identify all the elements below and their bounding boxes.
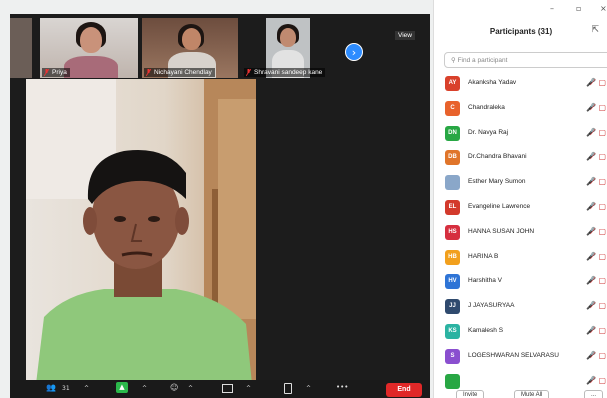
avatar: EL [445, 200, 460, 215]
video-thumbnail-shravani[interactable]: Shravani sandeep kane [242, 18, 338, 78]
avatar: C [445, 100, 460, 116]
participants-icon[interactable]: 👥 [46, 383, 56, 392]
caret-icon[interactable]: ^ [84, 385, 89, 392]
muted-mic-icon[interactable]: 🎤̸ ▢ [586, 128, 606, 137]
avatar [445, 175, 460, 191]
muted-mic-icon[interactable]: 🎤̸ ▢ [586, 301, 606, 310]
participant-row[interactable]: JJ J JAYASURYAA 🎤̸ ▢ [434, 297, 607, 317]
participant-name: HARINA B [468, 252, 499, 260]
meeting-toolbar: 👥 31 ^ ▲ ^ ☺ ^ ^ ^ ••• End [10, 380, 430, 398]
participant-name: Evangeline Lawrence [468, 203, 531, 210]
participant-name-label: Nichayani Chendlay [144, 68, 215, 77]
participant-search-input[interactable]: ⚲ Find a participant [444, 52, 607, 68]
avatar: S [445, 348, 460, 364]
avatar: DB [445, 150, 460, 166]
participant-name: Esther Mary Sumon [468, 178, 526, 186]
avatar: JJ [445, 299, 460, 315]
participant-row[interactable]: HS HANNA SUSAN JOHN 🎤̸ ▢ [434, 223, 607, 243]
active-speaker-video [26, 79, 256, 384]
participant-row[interactable]: S LOGESHWARAN SELVARASU 🎤̸ ▢ [434, 347, 607, 367]
muted-mic-icon[interactable]: 🎤̸ ▢ [586, 351, 606, 360]
caret-icon[interactable]: ^ [306, 385, 311, 392]
end-meeting-button[interactable]: End [386, 383, 422, 397]
search-icon: ⚲ [451, 56, 456, 64]
participant-name: LOGESHWARAN SELVARASU [468, 351, 559, 359]
participant-row[interactable]: DN Dr. Navya Raj 🎤̸ ▢ [434, 124, 607, 144]
reactions-icon[interactable]: ☺ [170, 383, 178, 392]
whiteboard-icon[interactable] [284, 383, 292, 394]
participant-name: Kamalesh S [468, 327, 504, 334]
muted-mic-icon[interactable]: 🎤̸ ▢ [586, 177, 606, 186]
participants-panel: – ▫ × Participants (31) ⇱ ⚲ Find a parti… [433, 0, 607, 398]
participant-row[interactable]: HV Harshitha V 🎤̸ ▢ [434, 272, 607, 292]
muted-mic-icon[interactable]: 🎤̸ ▢ [586, 252, 606, 261]
next-page-arrow-icon[interactable]: › [345, 43, 363, 61]
muted-mic-icon[interactable]: 🎤̸ ▢ [586, 152, 606, 161]
apps-icon[interactable] [222, 384, 233, 393]
participants-count: 31 [62, 385, 70, 392]
meeting-area: Priya Nichayani Chendlay Shravani sandee… [10, 14, 430, 398]
share-screen-icon[interactable]: ▲ [116, 382, 128, 393]
invite-button[interactable]: Invite [456, 390, 485, 398]
avatar: HS [445, 224, 460, 240]
zoom-window: Priya Nichayani Chendlay Shravani sandee… [0, 0, 607, 398]
speaker-video-frame [26, 79, 256, 384]
muted-mic-icon[interactable]: 🎤̸ ▢ [586, 103, 606, 112]
avatar: HV [445, 274, 460, 290]
muted-mic-icon[interactable]: 🎤̸ ▢ [586, 326, 606, 335]
panel-title: Participants (31) [489, 27, 553, 36]
caret-icon[interactable]: ^ [246, 385, 251, 392]
muted-mic-icon [246, 69, 251, 76]
participant-row[interactable]: Esther Mary Sumon 🎤̸ ▢ [434, 173, 607, 193]
participant-name: Dr. Navya Raj [468, 128, 509, 136]
participant-name: Dr.Chandra Bhavani [468, 153, 527, 161]
muted-mic-icon[interactable]: 🎤̸ ▢ [586, 276, 606, 285]
muted-mic-icon[interactable]: 🎤̸ ▢ [586, 376, 606, 385]
caret-icon[interactable]: ^ [188, 385, 193, 392]
participant-row[interactable]: AY Akanksha Yadav 🎤̸ ▢ [434, 74, 607, 94]
close-icon[interactable]: × [600, 4, 607, 13]
view-button[interactable]: View [395, 31, 415, 40]
avatar: AY [445, 76, 460, 91]
avatar: DN [445, 125, 460, 141]
popout-icon[interactable]: ⇱ [591, 25, 599, 35]
avatar: HB [445, 249, 460, 265]
participant-name: Harshitha V [468, 277, 502, 285]
video-thumbnail-nichayani[interactable]: Nichayani Chendlay [142, 18, 238, 78]
muted-mic-icon [44, 69, 49, 76]
participant-row[interactable]: EL Evangeline Lawrence 🎤̸ ▢ [434, 198, 607, 218]
video-thumbnail-priya[interactable]: Priya [40, 18, 138, 78]
participant-row[interactable]: C Chandraleka 🎤̸ ▢ [434, 99, 607, 119]
participant-row[interactable]: HB HARINA B 🎤̸ ▢ [434, 248, 607, 268]
participant-name: HANNA SUSAN JOHN [468, 227, 535, 235]
participant-name: J JAYASURYAA [468, 302, 515, 310]
participant-name-label: Priya [42, 68, 70, 77]
panel-footer: Invite Mute All ... [434, 388, 607, 398]
muted-mic-icon [146, 69, 151, 76]
participant-row[interactable]: DB Dr.Chandra Bhavani 🎤̸ ▢ [434, 148, 607, 168]
muted-mic-icon[interactable]: 🎤̸ ▢ [586, 227, 606, 236]
more-icon[interactable]: ••• [336, 383, 348, 391]
video-thumbnail-partial[interactable] [10, 18, 32, 78]
participant-row[interactable]: KS Kamalesh S 🎤̸ ▢ [434, 322, 607, 342]
muted-mic-icon[interactable]: 🎤̸ ▢ [586, 202, 606, 211]
minimize-icon[interactable]: – [550, 4, 554, 13]
muted-mic-icon[interactable]: 🎤̸ ▢ [586, 78, 606, 87]
maximize-icon[interactable]: ▫ [576, 4, 581, 13]
participant-name-label: Shravani sandeep kane [244, 68, 326, 77]
participant-name: Chandraleka [468, 103, 505, 111]
mute-all-button[interactable]: Mute All [514, 390, 550, 398]
avatar: KS [445, 324, 460, 339]
participant-name: Akanksha Yadav [468, 79, 517, 86]
caret-icon[interactable]: ^ [142, 385, 147, 392]
more-options-button[interactable]: ... [584, 390, 604, 398]
avatar [445, 373, 460, 389]
